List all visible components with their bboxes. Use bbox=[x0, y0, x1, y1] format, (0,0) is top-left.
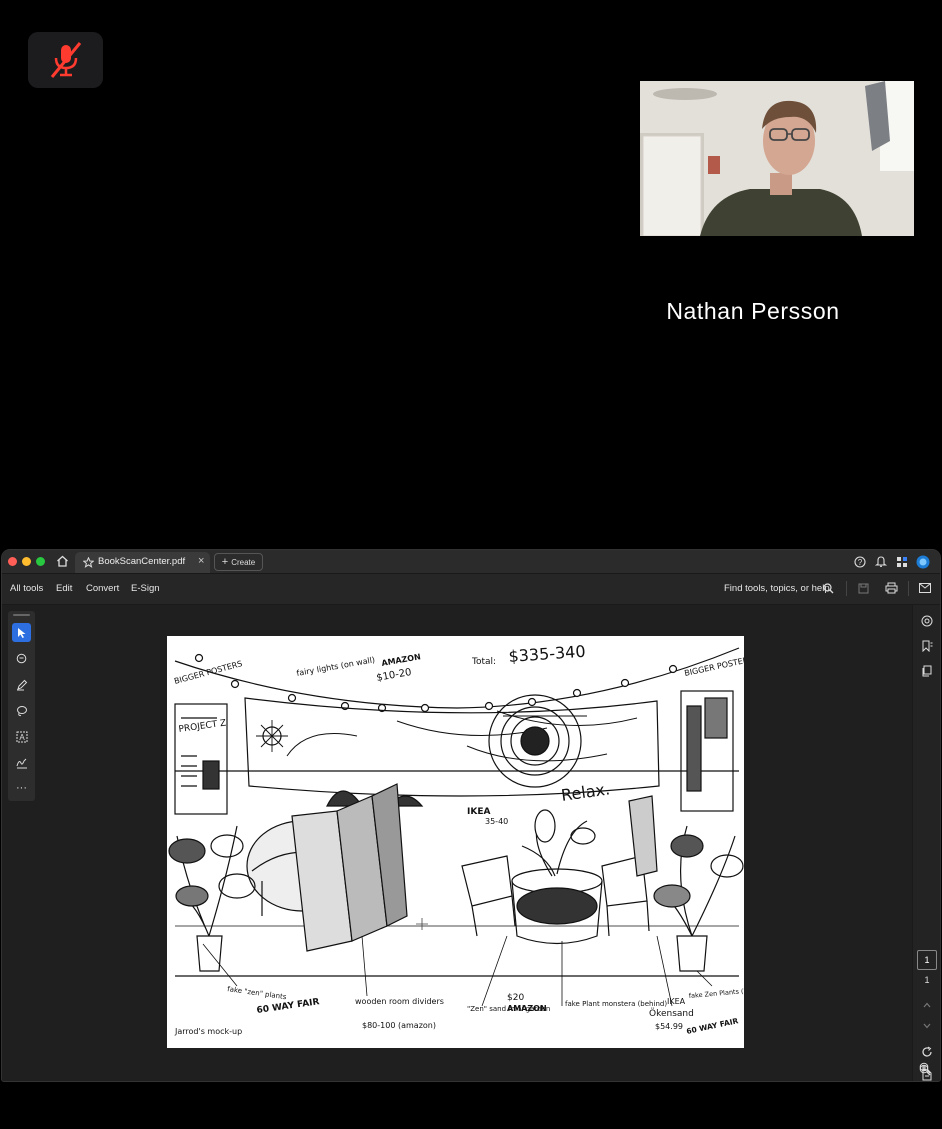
tab-document[interactable]: BookScanCenter.pdf × bbox=[75, 552, 210, 573]
create-label: Create bbox=[231, 557, 256, 567]
search-icon[interactable] bbox=[823, 583, 834, 594]
note-relax: Relax. bbox=[560, 779, 611, 805]
chevron-down-icon bbox=[923, 1023, 931, 1029]
previous-page-button[interactable] bbox=[920, 998, 934, 1012]
print-icon[interactable] bbox=[885, 582, 898, 594]
note-ikea-top: IKEA bbox=[467, 807, 490, 817]
draw-tool-button[interactable] bbox=[12, 701, 31, 720]
cursor-icon bbox=[17, 627, 25, 638]
right-sidebar: 1 1 bbox=[912, 605, 940, 1081]
email-icon[interactable] bbox=[919, 583, 931, 593]
rotate-button[interactable] bbox=[920, 1045, 934, 1059]
note-project-z: PROJECT Z bbox=[178, 718, 227, 735]
note-mockup: Jarrod's mock-up bbox=[174, 1027, 242, 1036]
note-total: Total: bbox=[471, 657, 496, 667]
next-page-button[interactable] bbox=[920, 1019, 934, 1033]
divider bbox=[846, 581, 847, 596]
menu-edit[interactable]: Edit bbox=[56, 583, 72, 594]
tab-title: BookScanCenter.pdf bbox=[98, 556, 186, 567]
chevron-up-icon bbox=[923, 1002, 931, 1008]
rotate-icon bbox=[922, 1046, 932, 1057]
home-icon[interactable] bbox=[56, 555, 69, 567]
signature-icon bbox=[16, 758, 27, 768]
mute-button[interactable] bbox=[28, 32, 103, 88]
title-bar: BookScanCenter.pdf × + Create ? bbox=[2, 550, 940, 574]
note-ikea-bottom: IKEA bbox=[667, 997, 686, 1006]
highlight-tool-button[interactable] bbox=[12, 675, 31, 694]
note-fake-zen-left: fake "zen" plants bbox=[227, 985, 288, 1001]
help-icon[interactable]: ? bbox=[854, 556, 866, 568]
note-total-value: $335-340 bbox=[508, 642, 586, 666]
text-box-icon: A bbox=[16, 731, 27, 742]
comment-tool-button[interactable] bbox=[12, 649, 31, 668]
text-tool-button[interactable]: A bbox=[12, 727, 31, 746]
zoom-out-icon bbox=[919, 1064, 931, 1076]
document-canvas[interactable]: A ··· BIGGER POSTERS fairy lights (on wa… bbox=[2, 605, 912, 1081]
save-icon[interactable] bbox=[858, 583, 869, 594]
participant-video bbox=[640, 81, 914, 236]
svg-text:?: ? bbox=[858, 558, 863, 567]
create-button[interactable]: + Create bbox=[214, 553, 263, 571]
close-tab-icon[interactable]: × bbox=[198, 555, 204, 567]
select-tool-button[interactable] bbox=[12, 623, 31, 642]
plus-icon: + bbox=[221, 556, 229, 568]
sign-tool-button[interactable] bbox=[12, 753, 31, 772]
pdf-viewer-window: BookScanCenter.pdf × + Create ? All tool… bbox=[2, 550, 940, 1081]
note-wayfair-right: 60 WAY FAIR bbox=[686, 1016, 740, 1036]
note-divider: wooden room dividers bbox=[355, 997, 444, 1006]
note-fairy-price: $10-20 bbox=[376, 667, 413, 684]
pdf-page: BIGGER POSTERS fairy lights (on wall) AM… bbox=[167, 636, 754, 1048]
note-ikea-top-price: 35-40 bbox=[485, 817, 508, 826]
bookmark-icon bbox=[922, 640, 933, 652]
mic-off-icon bbox=[50, 42, 81, 78]
maximize-window-button[interactable] bbox=[36, 557, 45, 566]
toolbar-grip bbox=[13, 614, 30, 616]
note-monstera: fake Plant monstera (behind) bbox=[565, 1000, 667, 1008]
menu-all-tools[interactable]: All tools bbox=[10, 583, 43, 594]
lasso-icon bbox=[16, 705, 27, 716]
zoom-out-button[interactable] bbox=[919, 1063, 931, 1081]
pages-button[interactable] bbox=[920, 664, 934, 678]
pen-icon bbox=[16, 679, 27, 690]
page-total: 1 bbox=[924, 975, 930, 985]
ai-assistant-button[interactable] bbox=[920, 614, 934, 628]
svg-text:A: A bbox=[19, 733, 25, 742]
comment-icon bbox=[16, 653, 26, 663]
more-tools-button[interactable]: ··· bbox=[12, 778, 31, 797]
note-ikea-product: Ökensand bbox=[649, 1008, 694, 1019]
room-sketch: BIGGER POSTERS fairy lights (on wall) AM… bbox=[168, 642, 754, 1036]
menu-bar: All tools Edit Convert E-Sign Find tools… bbox=[2, 574, 940, 605]
quick-tools-toolbar: A ··· bbox=[8, 611, 35, 801]
find-tools-search[interactable]: Find tools, topics, or help bbox=[724, 583, 830, 594]
note-zen-price: $20 bbox=[507, 993, 524, 1003]
note-fairy-lights: fairy lights (on wall) bbox=[296, 655, 376, 678]
page-number-input[interactable]: 1 bbox=[917, 950, 937, 970]
note-zen-amazon: AMAZON bbox=[507, 1004, 547, 1013]
menu-convert[interactable]: Convert bbox=[86, 583, 119, 594]
divider bbox=[908, 581, 909, 596]
assistant-icon bbox=[921, 615, 933, 627]
bookmarks-button[interactable] bbox=[920, 639, 934, 653]
close-window-button[interactable] bbox=[8, 557, 17, 566]
copy-pages-icon bbox=[922, 665, 932, 677]
minimize-window-button[interactable] bbox=[22, 557, 31, 566]
more-icon: ··· bbox=[16, 781, 27, 794]
apps-grid-icon[interactable] bbox=[896, 556, 908, 568]
note-ikea-price: $54.99 bbox=[655, 1022, 683, 1031]
note-fairy-amazon: AMAZON bbox=[381, 652, 422, 668]
note-divider-price: $80-100 (amazon) bbox=[362, 1021, 436, 1030]
star-icon[interactable] bbox=[83, 557, 94, 568]
note-fake-zen-right: fake Zen Plants (??) bbox=[688, 986, 744, 1000]
menu-esign[interactable]: E-Sign bbox=[131, 583, 160, 594]
bell-icon[interactable] bbox=[875, 555, 887, 568]
profile-avatar-icon[interactable] bbox=[916, 555, 930, 569]
participant-name: Nathan Persson bbox=[666, 298, 840, 324]
note-wayfair-left: 60 WAY FAIR bbox=[256, 997, 320, 1016]
